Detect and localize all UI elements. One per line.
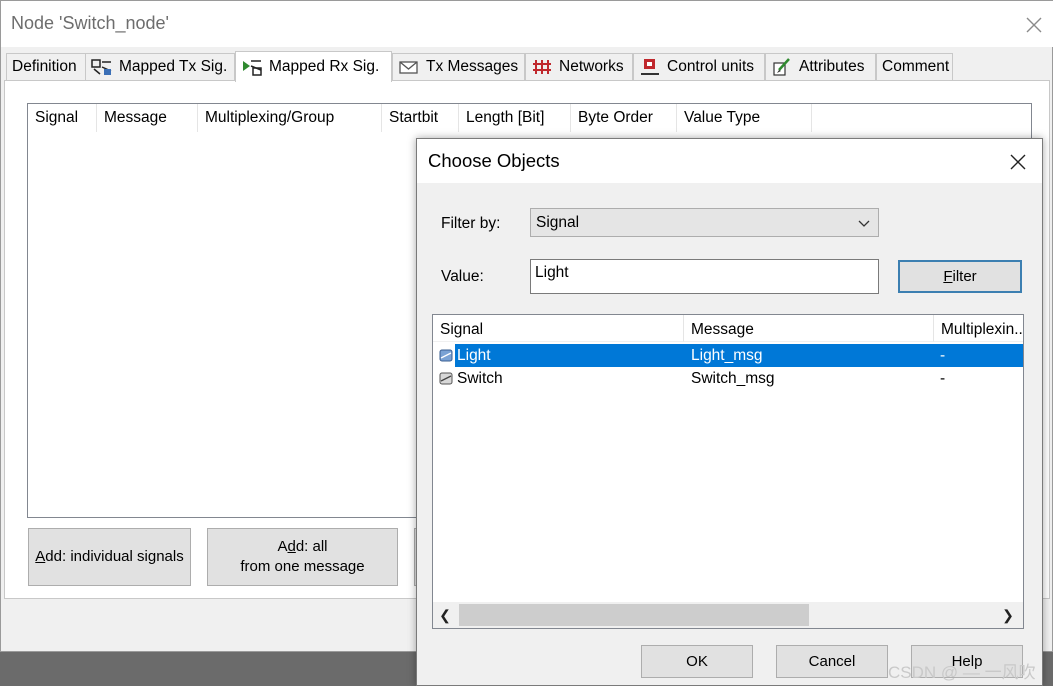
mnemonic: F [943,267,953,285]
close-icon[interactable] [1007,151,1029,173]
tab-label: Attributes [799,58,865,75]
tab-comment[interactable]: Comment [876,53,953,80]
button-label: Add: individual signals [35,547,183,567]
value-input-text: Light [535,264,569,281]
title-bar: Node 'Switch_node' [1,1,1053,47]
column-header-multiplexing[interactable]: Multiplexin... [934,315,1023,342]
tab-networks[interactable]: Networks [525,53,633,80]
tab-definition[interactable]: Definition [6,53,86,80]
column-header-value-type[interactable]: Value Type [677,104,812,132]
column-header-startbit[interactable]: Startbit [382,104,459,132]
control-units-icon [641,59,659,75]
tab-label: Mapped Rx Sig. [269,58,380,75]
button-label: Cancel [808,652,856,670]
list-item[interactable]: Switch Switch_msg - [433,367,1023,390]
chevron-down-icon [858,220,870,227]
column-header-multiplexing-group[interactable]: Multiplexing/Group [198,104,382,132]
scroll-left-icon[interactable]: ❮ [438,607,452,623]
list-item[interactable]: Light Light_msg - [433,344,1023,367]
signal-cell: Light [457,347,491,364]
mapped-tx-signals-icon [91,59,112,75]
column-header-byte-order[interactable]: Byte Order [571,104,677,132]
choose-objects-dialog: Choose Objects Filter by: Signal Value: … [416,138,1043,686]
multiplexing-cell: - [940,370,946,387]
column-header-signal[interactable]: Signal [28,104,97,132]
column-header-signal[interactable]: Signal [433,315,684,342]
dialog-title: Choose Objects [428,150,560,171]
filter-button[interactable]: Filter [898,260,1022,293]
scrollbar-thumb[interactable] [459,604,809,626]
add-individual-signals-button[interactable]: Add: individual signals [28,528,191,586]
signal-icon [439,372,453,385]
horizontal-scrollbar[interactable]: ❮ ❯ [433,602,1023,628]
label-text: d: all [295,538,328,555]
tab-attributes[interactable]: Attributes [765,53,876,80]
filter-by-select[interactable]: Signal [530,208,879,237]
button-label: Filter [943,267,976,287]
ok-button[interactable]: OK [641,645,753,678]
value-label: Value: [441,268,484,285]
tab-mapped-rx-signals[interactable]: Mapped Rx Sig. [235,51,392,82]
button-label-line1: Add: all [277,537,327,557]
results-list[interactable]: Signal Message Multiplexin... Light Ligh… [432,314,1024,629]
filter-by-value: Signal [536,214,580,231]
dialog-title-bar: Choose Objects [417,139,1042,183]
column-header-message[interactable]: Message [97,104,198,132]
button-label: OK [686,652,708,670]
message-cell: Switch_msg [691,370,775,387]
mnemonic: A [35,548,46,565]
label-text: dd: individual signals [45,548,184,565]
tab-tx-messages[interactable]: Tx Messages [392,53,525,80]
tab-label: Control units [667,58,755,75]
tab-control-units[interactable]: Control units [633,53,765,80]
add-all-from-one-message-button[interactable]: Add: all from one message [207,528,398,586]
multiplexing-cell: - [940,347,946,364]
message-cell: Light_msg [691,347,763,364]
close-icon[interactable] [1023,14,1045,36]
filter-by-label: Filter by: [441,215,501,232]
attributes-icon [773,58,790,76]
tab-mapped-tx-signals[interactable]: Mapped Tx Sig. [85,53,235,80]
tab-label: Networks [559,58,624,75]
value-input[interactable]: Light [530,259,879,294]
column-header-length[interactable]: Length [Bit] [459,104,571,132]
mapped-rx-signals-icon [243,60,262,76]
button-label-line2: from one message [240,558,365,575]
envelope-icon [399,61,418,74]
mnemonic: d [287,538,296,555]
column-header-message[interactable]: Message [684,315,934,342]
watermark: CSDN @ — 一风吹 [888,663,1036,682]
scroll-right-icon[interactable]: ❯ [1001,607,1015,623]
tab-label: Definition [12,58,77,75]
networks-icon [533,60,551,74]
label-text: ilter [952,267,977,285]
cancel-button[interactable]: Cancel [776,645,888,678]
label-text: A [277,538,288,555]
tab-label: Comment [882,58,950,75]
signal-cell: Switch [457,370,503,387]
signal-icon [439,349,453,362]
window-title: Node 'Switch_node' [11,13,169,33]
tab-label: Mapped Tx Sig. [119,58,228,75]
tab-label: Tx Messages [426,58,519,75]
